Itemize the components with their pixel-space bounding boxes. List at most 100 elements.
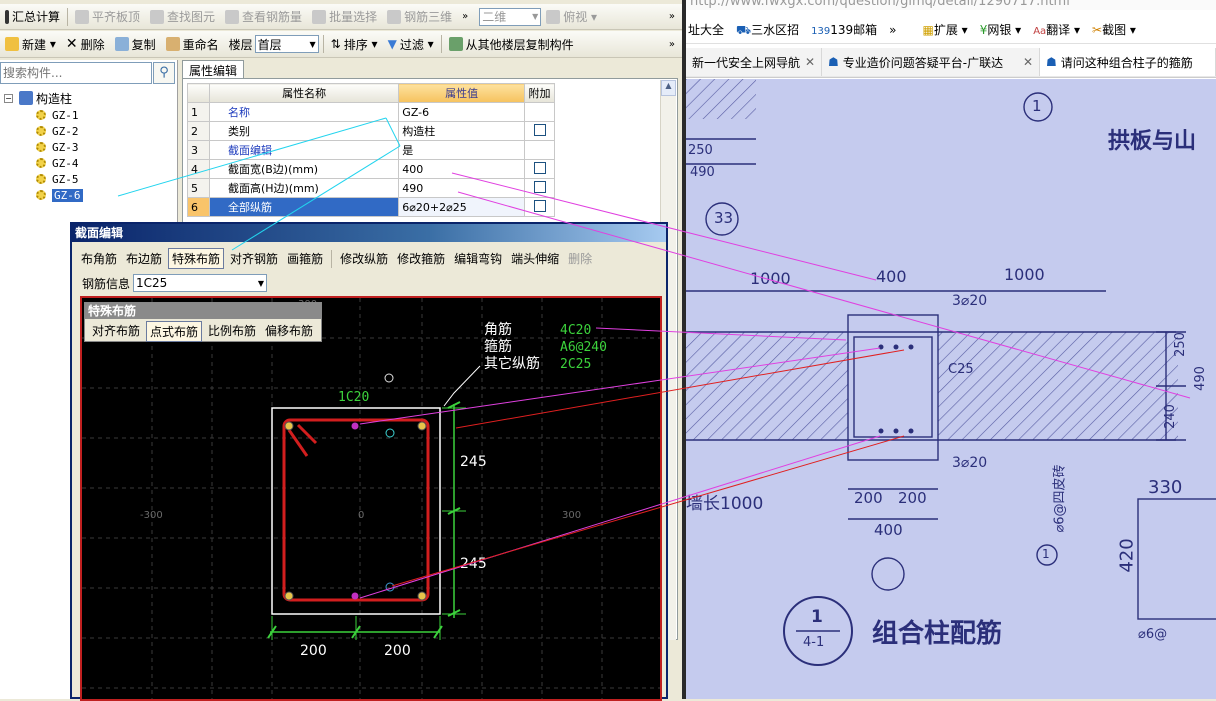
find-element-button[interactable]: 查找图元: [145, 6, 220, 28]
photo-note: ⌀6@四皮砖: [1052, 464, 1068, 533]
browser-window: http://www.fwxgx.com/question/gimq/detai…: [686, 0, 1216, 699]
photo-dim: 200: [854, 489, 883, 507]
gear-icon: [36, 142, 46, 152]
align-rebar-button[interactable]: 对齐钢筋: [227, 249, 281, 268]
view-mode-select[interactable]: 二维 ▼: [479, 7, 542, 26]
table-row[interactable]: 2 类别 构造柱: [187, 121, 555, 141]
browser-tab[interactable]: ☗ 专业造价问题答疑平台-广联达 ✕: [822, 48, 1040, 76]
toolbar-component: 新建 ▾ ✕ 删除 复制 重命名 楼层 首层 ▼ ⇅ 排序 ▾ ▼ 过滤 ▾ 从其他楼层…: [0, 31, 682, 58]
gear-icon: [36, 126, 46, 136]
edge-rebar-button[interactable]: 布边筋: [123, 249, 165, 268]
tree-root[interactable]: − 构造柱: [4, 90, 72, 106]
filter-icon: ▼: [387, 37, 397, 51]
extensions-icon: ▦: [922, 23, 934, 37]
special-rebar-button[interactable]: 特殊布筋: [168, 248, 225, 269]
table-row[interactable]: 5 截面高(H边)(mm) 490: [187, 178, 555, 198]
grid-label-center: 0: [358, 510, 365, 521]
more-bookmarks-icon[interactable]: »: [889, 23, 896, 37]
top-view-button[interactable]: 俯视 ▾: [541, 6, 602, 28]
corner-rebar-button[interactable]: 布角筋: [78, 249, 120, 268]
photo-dim: 240: [1162, 404, 1178, 429]
photo-caption: 组合柱配筋: [872, 619, 1003, 649]
grip-icon: [5, 9, 9, 24]
sort-button[interactable]: ⇅ 排序 ▾: [326, 33, 383, 55]
rebar-3d-button[interactable]: 钢筋三维: [382, 6, 457, 28]
toolbar-overflow-icon[interactable]: »: [457, 6, 473, 28]
edit-longitudinal-button[interactable]: 修改纵筋: [337, 249, 391, 268]
photo-dim: 250: [688, 143, 713, 158]
bookmark-item[interactable]: ⛟三水区招: [736, 21, 799, 39]
edit-hook-button[interactable]: 编辑弯钩: [451, 249, 505, 268]
photo-mark: 1: [1032, 97, 1042, 115]
edit-stirrup-button[interactable]: 修改箍筋: [394, 249, 448, 268]
extensions-button[interactable]: ▦扩展 ▾: [922, 21, 967, 38]
extra-checkbox[interactable]: [533, 161, 546, 174]
draw-stirrup-button[interactable]: 画箍筋: [284, 249, 326, 268]
batch-select-button[interactable]: 批量选择: [307, 6, 382, 28]
browser-tab[interactable]: 新一代安全上网导航 ✕: [686, 48, 822, 76]
tree-item[interactable]: GZ-3: [36, 139, 83, 155]
extra-checkbox[interactable]: [533, 123, 546, 136]
drawing-photo: 拱板与山 1000 400 1000 3⌀20 C25 250 240 490 …: [686, 79, 1216, 699]
collapse-icon[interactable]: −: [4, 93, 13, 103]
3d-icon: [387, 9, 402, 24]
special-panel-title: 特殊布筋: [85, 303, 321, 319]
extra-checkbox[interactable]: [533, 180, 546, 193]
delete-button[interactable]: ✕ 删除: [61, 33, 110, 55]
close-icon[interactable]: ✕: [805, 55, 815, 69]
tree-root-label: 构造柱: [36, 91, 73, 106]
table-row[interactable]: 4 截面宽(B边)(mm) 400: [187, 159, 555, 179]
bookmark-item[interactable]: 址大全: [688, 21, 724, 38]
search-box[interactable]: [0, 62, 152, 84]
rename-button[interactable]: 重命名: [161, 33, 224, 55]
address-bar[interactable]: http://www.fwxgx.com/question/gimq/detai…: [686, 0, 1216, 10]
tree-item-selected[interactable]: GZ-6: [36, 187, 83, 203]
filter-button[interactable]: ▼ 过滤 ▾: [383, 33, 439, 55]
ratio-layout-button[interactable]: 比例布筋: [205, 321, 259, 342]
search-icon[interactable]: ⚲: [153, 62, 175, 84]
scroll-up-icon[interactable]: ▲: [661, 80, 676, 96]
table-row-selected[interactable]: 6 全部纵筋 6⌀20+2⌀25: [187, 197, 555, 217]
netbank-button[interactable]: ¥网银 ▾: [980, 21, 1022, 38]
floor-select[interactable]: 首层 ▼: [254, 35, 319, 53]
search-input[interactable]: [1, 63, 149, 83]
browser-tabs: 新一代安全上网导航 ✕ ☗ 专业造价问题答疑平台-广联达 ✕ ☗ 请问这种组合柱子的箍筋: [686, 48, 1216, 78]
photo-svg: [686, 79, 1216, 699]
browser-tab-active[interactable]: ☗ 请问这种组合柱子的箍筋: [1040, 48, 1216, 76]
section-edit-dialog: 截面编辑 布角筋 布边筋 特殊布筋 对齐钢筋 画箍筋 修改纵筋 修改箍筋 编辑弯…: [70, 222, 668, 701]
tree-item[interactable]: GZ-1: [36, 107, 83, 123]
copy-from-floor-button[interactable]: 从其他楼层复制构件: [444, 33, 579, 55]
property-table: 属性名称 属性值 附加 1 名称 GZ-6 2 类别 构造柱 3 截面编辑 是 …: [187, 83, 555, 217]
tree-item[interactable]: GZ-4: [36, 155, 83, 171]
toolbar-main: 汇总计算 平齐板顶 查找图元 查看钢筋量 批量选择 钢筋三维 » 二维 ▼ 俯视 …: [0, 4, 682, 30]
gear-icon: [36, 174, 46, 184]
extra-checkbox[interactable]: [533, 199, 546, 212]
photo-dim: 400: [876, 267, 907, 286]
align-layout-button[interactable]: 对齐布筋: [89, 321, 143, 342]
dialog-title: 截面编辑: [72, 224, 666, 242]
copy-icon: [114, 37, 129, 51]
rename-icon: [165, 37, 180, 51]
new-button[interactable]: 新建 ▾: [0, 33, 61, 55]
delete-rebar-button[interactable]: 删除: [565, 249, 595, 268]
end-extend-button[interactable]: 端头伸缩: [508, 249, 562, 268]
section-canvas[interactable]: 300 -300 0 300 角筋 箍筋 其它纵筋 4C20 A6@240 2C…: [80, 296, 662, 701]
rebar-info-select[interactable]: 1C25 ▼: [133, 274, 268, 292]
align-slab-top-button[interactable]: 平齐板顶: [70, 6, 145, 28]
translate-button[interactable]: Aa翻译 ▾: [1033, 21, 1080, 38]
tree-item[interactable]: GZ-2: [36, 123, 83, 139]
toolbar-overflow-icon-2[interactable]: »: [664, 6, 680, 28]
tab-property-edit[interactable]: 属性编辑: [182, 60, 245, 80]
table-row[interactable]: 3 截面编辑 是: [187, 140, 555, 160]
offset-layout-button[interactable]: 偏移布筋: [262, 321, 316, 342]
point-layout-button[interactable]: 点式布筋: [146, 321, 203, 342]
copy-button[interactable]: 复制: [110, 33, 161, 55]
bookmark-item[interactable]: 139139邮箱: [811, 21, 877, 38]
screenshot-button[interactable]: ✂截图 ▾: [1092, 21, 1136, 38]
close-icon[interactable]: ✕: [1023, 55, 1033, 69]
view-rebar-qty-button[interactable]: 查看钢筋量: [220, 6, 307, 28]
toolbar2-overflow-icon[interactable]: »: [664, 33, 680, 55]
tree-item[interactable]: GZ-5: [36, 171, 83, 187]
summary-calc-button[interactable]: 汇总计算: [0, 6, 65, 28]
table-row[interactable]: 1 名称 GZ-6: [187, 102, 555, 122]
